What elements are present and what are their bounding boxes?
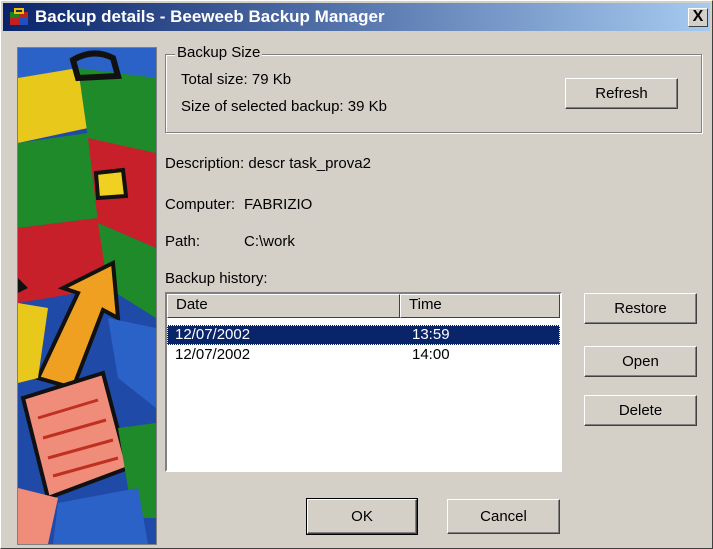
close-icon: X xyxy=(692,8,704,25)
open-button-label: Open xyxy=(622,353,659,370)
row-date: 12/07/2002 xyxy=(175,346,251,363)
backup-history-list[interactable]: Date Time 12/07/2002 13:59 12/07/2002 14… xyxy=(165,292,562,472)
side-illustration xyxy=(17,47,157,545)
total-size-label: Total size: 79 Kb xyxy=(181,71,292,88)
title-bar[interactable]: Backup details - Beeweeb Backup Manager … xyxy=(3,3,710,31)
path-value: C:\work xyxy=(244,233,295,250)
close-button[interactable]: X xyxy=(688,8,708,27)
cancel-button[interactable]: Cancel xyxy=(447,499,560,534)
backup-size-legend: Backup Size xyxy=(175,44,263,62)
ok-button-label: OK xyxy=(351,508,373,525)
window-title: Backup details - Beeweeb Backup Manager xyxy=(35,7,385,26)
restore-button[interactable]: Restore xyxy=(584,293,697,324)
row-time: 14:00 xyxy=(412,346,450,363)
table-row[interactable]: 12/07/2002 13:59 xyxy=(167,325,560,345)
backup-history-label: Backup history: xyxy=(165,270,268,287)
cancel-button-label: Cancel xyxy=(480,508,527,525)
restore-button-label: Restore xyxy=(614,300,667,317)
computer-value: FABRIZIO xyxy=(244,196,313,213)
delete-button-label: Delete xyxy=(618,402,663,419)
table-row[interactable]: 12/07/2002 14:00 xyxy=(167,345,560,365)
backup-details-window: Backup details - Beeweeb Backup Manager … xyxy=(0,0,713,549)
selected-size-label: Size of selected backup: 39 Kb xyxy=(181,98,387,115)
delete-button[interactable]: Delete xyxy=(584,395,697,426)
computer-label: Computer: xyxy=(165,196,236,213)
refresh-button-label: Refresh xyxy=(595,85,648,102)
description-label: Description: descr task_prova2 xyxy=(165,155,371,172)
column-header-date[interactable]: Date xyxy=(167,294,400,318)
ok-button[interactable]: OK xyxy=(306,498,418,535)
app-icon xyxy=(10,8,28,25)
refresh-button[interactable]: Refresh xyxy=(565,78,678,109)
row-date: 12/07/2002 xyxy=(175,326,251,343)
column-header-time[interactable]: Time xyxy=(400,294,560,318)
row-time: 13:59 xyxy=(412,326,450,343)
open-button[interactable]: Open xyxy=(584,346,697,377)
path-label: Path: xyxy=(165,233,201,250)
